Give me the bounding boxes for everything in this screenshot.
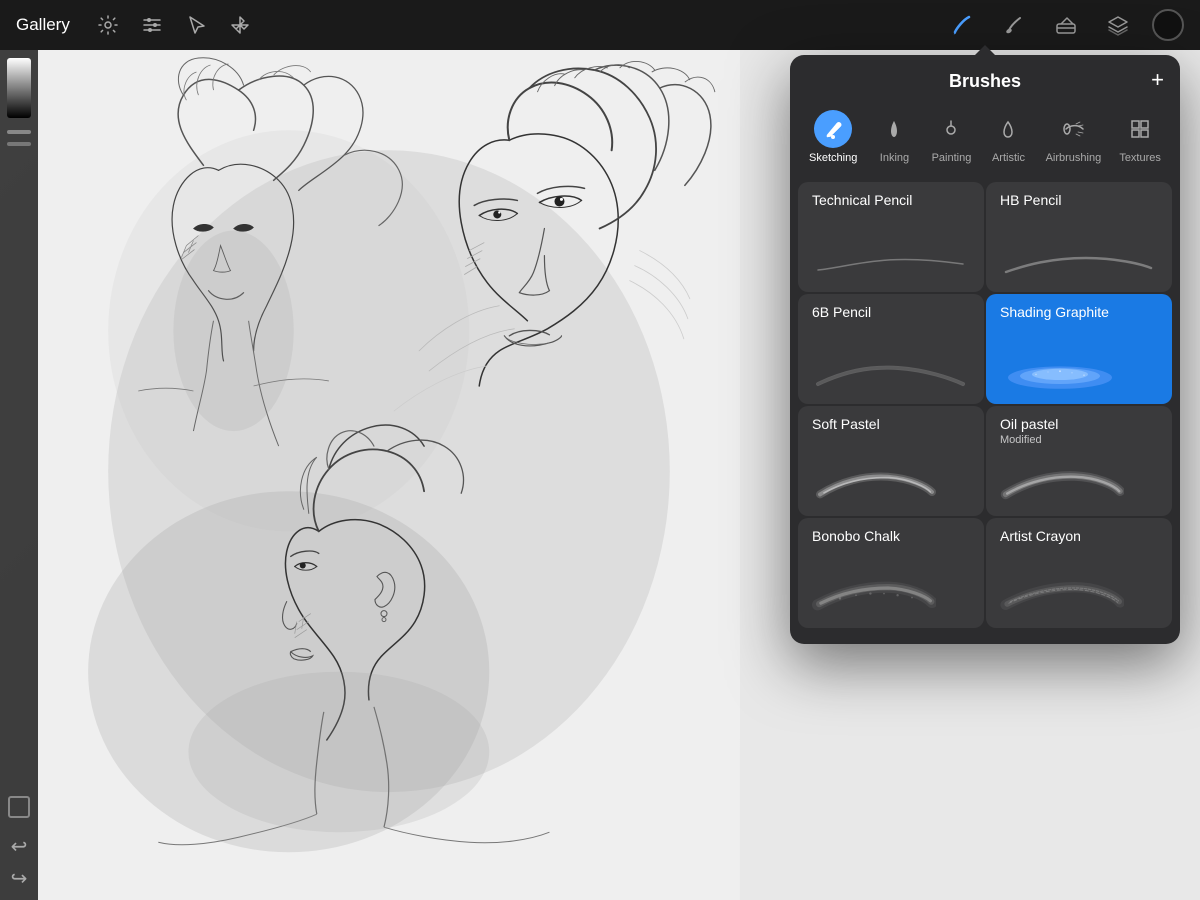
brush-grid: Technical Pencil HB Pencil 6B Pencil Sha… [790,182,1180,628]
airbrushing-label: Airbrushing [1046,152,1102,164]
size-slider[interactable] [7,142,31,146]
brush-artist-crayon[interactable]: Artist Crayon [986,518,1172,628]
brush-bonobo-chalk[interactable]: Bonobo Chalk [798,518,984,628]
tab-inking[interactable]: Inking [867,104,921,170]
left-sidebar: ↩ ↪ [0,50,38,900]
tab-airbrushing[interactable]: Airbrushing [1038,104,1110,170]
tab-textures[interactable]: Textures [1111,104,1169,170]
inking-label: Inking [880,152,909,164]
adjustments-icon[interactable] [134,7,170,43]
gallery-button[interactable]: Gallery [16,15,70,35]
canvas-area[interactable] [0,50,740,900]
textures-label: Textures [1119,152,1161,164]
smudge-tool-icon[interactable] [996,7,1032,43]
color-swatch[interactable] [7,58,31,118]
sketching-label: Sketching [809,152,857,164]
brush-6b-pencil[interactable]: 6B Pencil [798,294,984,404]
tab-painting[interactable]: Painting [924,104,980,170]
brush-tool-icon[interactable] [944,7,980,43]
tab-sketching[interactable]: Sketching [801,104,865,170]
painting-icon [932,110,970,148]
brush-technical-pencil[interactable]: Technical Pencil [798,182,984,292]
add-brush-button[interactable]: + [1151,69,1164,91]
transform-icon[interactable] [222,7,258,43]
sketching-icon [814,110,852,148]
painting-label: Painting [932,152,972,164]
tab-artistic[interactable]: Artistic [981,104,1035,170]
undo-button[interactable]: ↩ [5,832,33,860]
textures-icon [1121,110,1159,148]
layers-tool-icon[interactable] [1100,7,1136,43]
eraser-tool-icon[interactable] [1048,7,1084,43]
airbrushing-icon [1054,110,1092,148]
left-tools [90,7,258,43]
right-tools [944,7,1184,43]
inking-icon [875,110,913,148]
artistic-icon [989,110,1027,148]
brush-shading-graphite[interactable]: Shading Graphite [986,294,1172,404]
artistic-label: Artistic [992,152,1025,164]
selection-icon[interactable] [178,7,214,43]
brushes-title: Brushes [949,71,1021,92]
redo-button[interactable]: ↪ [5,864,33,892]
brushes-panel: Brushes + Sketching Inking [790,55,1180,644]
category-tabs: Sketching Inking Painting [790,104,1180,182]
brush-soft-pastel[interactable]: Soft Pastel [798,406,984,516]
brush-oil-pastel[interactable]: Oil pastel true Modified [986,406,1172,516]
tool-options[interactable] [8,796,30,818]
settings-icon[interactable] [90,7,126,43]
opacity-slider[interactable] [7,130,31,134]
brushes-header: Brushes + [790,55,1180,104]
toolbar: Gallery [0,0,1200,50]
color-picker[interactable] [1152,9,1184,41]
brush-hb-pencil[interactable]: HB Pencil [986,182,1172,292]
